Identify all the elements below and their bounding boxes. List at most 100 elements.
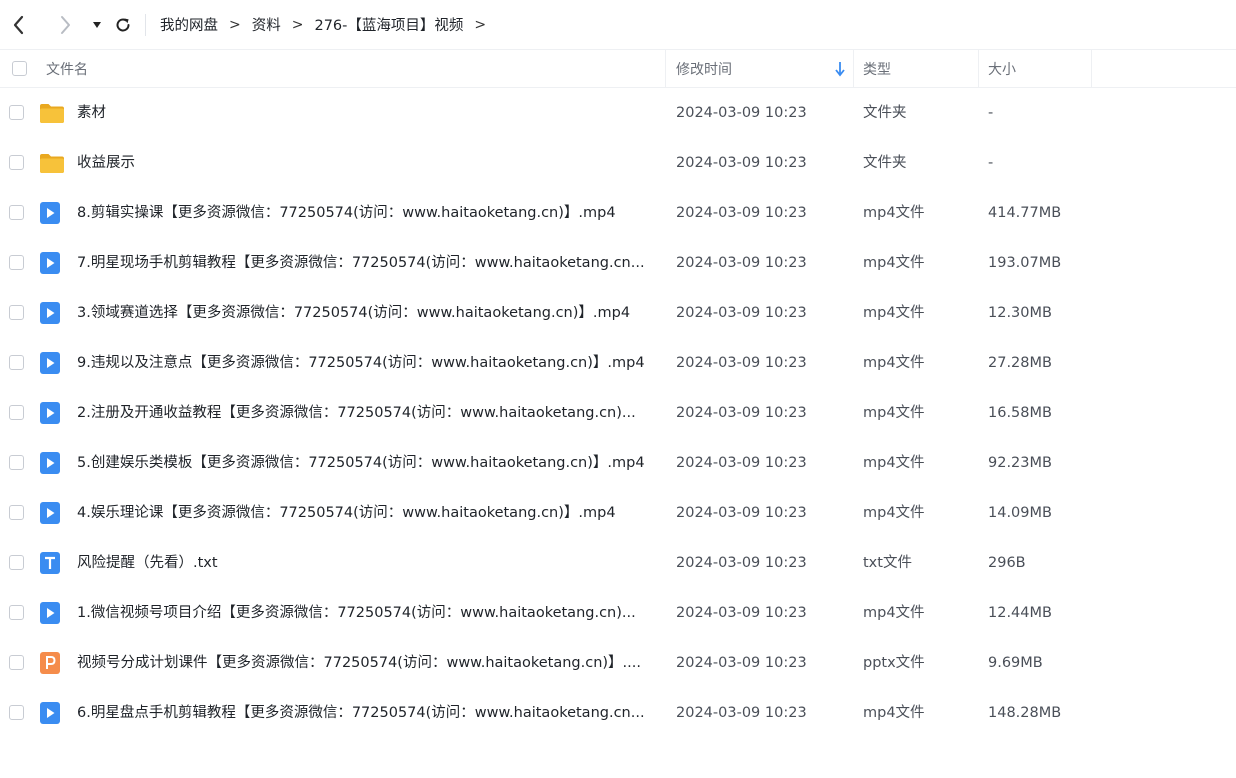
video-file-icon	[39, 501, 63, 525]
chevron-left-icon	[13, 15, 24, 34]
file-name[interactable]: 1.微信视频号项目介绍【更多资源微信：77250574(访问：www.haita…	[77, 588, 657, 638]
file-row[interactable]: 7.明星现场手机剪辑教程【更多资源微信：77250574(访问：www.hait…	[0, 238, 1236, 288]
column-header-name[interactable]: 文件名	[46, 50, 88, 87]
file-list-header: 文件名 修改时间 类型 大小	[0, 50, 1236, 88]
file-name[interactable]: 3.领域赛道选择【更多资源微信：77250574(访问：www.haitaoke…	[77, 288, 657, 338]
file-row[interactable]: 4.娱乐理论课【更多资源微信：77250574(访问：www.haitaoket…	[0, 488, 1236, 538]
refresh-icon	[116, 17, 130, 31]
video-file-icon	[39, 451, 63, 475]
file-row[interactable]: 视频号分成计划课件【更多资源微信：77250574(访问：www.haitaok…	[0, 638, 1236, 688]
file-modified-time: 2024-03-09 10:23	[676, 455, 807, 471]
row-checkbox[interactable]	[9, 705, 24, 720]
sort-descending-icon[interactable]	[834, 61, 846, 77]
row-checkbox[interactable]	[9, 505, 24, 520]
file-type: mp4文件	[863, 305, 925, 321]
video-file-icon	[39, 401, 63, 425]
file-row[interactable]: 8.剪辑实操课【更多资源微信：77250574(访问：www.haitaoket…	[0, 188, 1236, 238]
file-name[interactable]: 2.注册及开通收益教程【更多资源微信：77250574(访问：www.haita…	[77, 388, 657, 438]
column-divider	[853, 50, 854, 88]
row-checkbox[interactable]	[9, 155, 24, 170]
file-type: pptx文件	[863, 655, 925, 671]
column-header-type[interactable]: 类型	[863, 50, 891, 87]
breadcrumb-item-my-drive[interactable]: 我的网盘	[160, 14, 218, 35]
file-name[interactable]: 4.娱乐理论课【更多资源微信：77250574(访问：www.haitaoket…	[77, 488, 657, 538]
file-size: 12.44MB	[988, 605, 1052, 621]
file-size: 16.58MB	[988, 405, 1052, 421]
toolbar-divider	[145, 13, 146, 36]
select-all-checkbox[interactable]	[12, 61, 27, 76]
row-checkbox[interactable]	[9, 405, 24, 420]
column-header-modified[interactable]: 修改时间	[676, 50, 732, 87]
file-modified-time: 2024-03-09 10:23	[676, 155, 807, 171]
file-type: mp4文件	[863, 455, 925, 471]
file-name[interactable]: 7.明星现场手机剪辑教程【更多资源微信：77250574(访问：www.hait…	[77, 238, 657, 288]
file-type: mp4文件	[863, 405, 925, 421]
file-type: mp4文件	[863, 255, 925, 271]
row-checkbox[interactable]	[9, 655, 24, 670]
file-row[interactable]: 收益展示 2024-03-09 10:23 文件夹 -	[0, 138, 1236, 188]
file-modified-time: 2024-03-09 10:23	[676, 205, 807, 221]
history-dropdown-button[interactable]	[89, 13, 105, 37]
file-name[interactable]: 视频号分成计划课件【更多资源微信：77250574(访问：www.haitaok…	[77, 638, 657, 688]
file-row[interactable]: 3.领域赛道选择【更多资源微信：77250574(访问：www.haitaoke…	[0, 288, 1236, 338]
file-type: 文件夹	[863, 105, 907, 121]
folder-icon	[39, 101, 64, 125]
row-checkbox[interactable]	[9, 605, 24, 620]
row-checkbox[interactable]	[9, 355, 24, 370]
row-checkbox[interactable]	[9, 105, 24, 120]
file-size: 14.09MB	[988, 505, 1052, 521]
file-name[interactable]: 风险提醒（先看）.txt	[77, 538, 657, 588]
forward-button[interactable]	[53, 13, 77, 37]
chevron-right-icon	[61, 15, 70, 34]
column-header-size[interactable]: 大小	[988, 50, 1016, 87]
toolbar: 我的网盘 > 资料 > 276-【蓝海项目】视频 >	[0, 0, 1236, 50]
file-name[interactable]: 9.违规以及注意点【更多资源微信：77250574(访问：www.haitaok…	[77, 338, 657, 388]
refresh-button[interactable]	[111, 13, 135, 37]
caret-down-icon	[93, 21, 101, 28]
file-modified-time: 2024-03-09 10:23	[676, 355, 807, 371]
file-name[interactable]: 8.剪辑实操课【更多资源微信：77250574(访问：www.haitaoket…	[77, 188, 657, 238]
file-size: 414.77MB	[988, 205, 1062, 221]
breadcrumb-separator-icon: >	[291, 16, 304, 33]
row-checkbox[interactable]	[9, 255, 24, 270]
file-row[interactable]: 风险提醒（先看）.txt 2024-03-09 10:23 txt文件 296B	[0, 538, 1236, 588]
breadcrumb: 我的网盘 > 资料 > 276-【蓝海项目】视频 >	[160, 14, 497, 35]
file-type: mp4文件	[863, 505, 925, 521]
file-name[interactable]: 收益展示	[77, 138, 657, 188]
file-list: 素材 2024-03-09 10:23 文件夹 - 收益展示 2024-03-0…	[0, 88, 1236, 738]
column-divider	[978, 50, 979, 88]
row-checkbox[interactable]	[9, 305, 24, 320]
row-checkbox[interactable]	[9, 455, 24, 470]
file-type: 文件夹	[863, 155, 907, 171]
back-button[interactable]	[7, 13, 31, 37]
file-size: 193.07MB	[988, 255, 1062, 271]
file-name[interactable]: 素材	[77, 88, 657, 138]
file-row[interactable]: 1.微信视频号项目介绍【更多资源微信：77250574(访问：www.haita…	[0, 588, 1236, 638]
breadcrumb-item-materials[interactable]: 资料	[252, 14, 281, 35]
file-size: -	[988, 155, 994, 171]
file-modified-time: 2024-03-09 10:23	[676, 655, 807, 671]
file-row[interactable]: 素材 2024-03-09 10:23 文件夹 -	[0, 88, 1236, 138]
file-row[interactable]: 2.注册及开通收益教程【更多资源微信：77250574(访问：www.haita…	[0, 388, 1236, 438]
video-file-icon	[39, 351, 63, 375]
file-row[interactable]: 6.明星盘点手机剪辑教程【更多资源微信：77250574(访问：www.hait…	[0, 688, 1236, 738]
file-size: 12.30MB	[988, 305, 1052, 321]
text-file-icon	[39, 551, 63, 575]
breadcrumb-separator-icon: >	[229, 16, 241, 33]
row-checkbox[interactable]	[9, 555, 24, 570]
file-type: mp4文件	[863, 705, 925, 721]
file-modified-time: 2024-03-09 10:23	[676, 405, 807, 421]
file-modified-time: 2024-03-09 10:23	[676, 505, 807, 521]
row-checkbox[interactable]	[9, 205, 24, 220]
file-modified-time: 2024-03-09 10:23	[676, 705, 807, 721]
breadcrumb-item-current-folder[interactable]: 276-【蓝海项目】视频	[314, 14, 463, 35]
file-name[interactable]: 6.明星盘点手机剪辑教程【更多资源微信：77250574(访问：www.hait…	[77, 688, 657, 738]
video-file-icon	[39, 301, 63, 325]
video-file-icon	[39, 201, 63, 225]
file-name[interactable]: 5.创建娱乐类模板【更多资源微信：77250574(访问：www.haitaok…	[77, 438, 657, 488]
file-size: 148.28MB	[988, 705, 1062, 721]
file-row[interactable]: 5.创建娱乐类模板【更多资源微信：77250574(访问：www.haitaok…	[0, 438, 1236, 488]
file-modified-time: 2024-03-09 10:23	[676, 105, 807, 121]
video-file-icon	[39, 701, 63, 725]
file-row[interactable]: 9.违规以及注意点【更多资源微信：77250574(访问：www.haitaok…	[0, 338, 1236, 388]
